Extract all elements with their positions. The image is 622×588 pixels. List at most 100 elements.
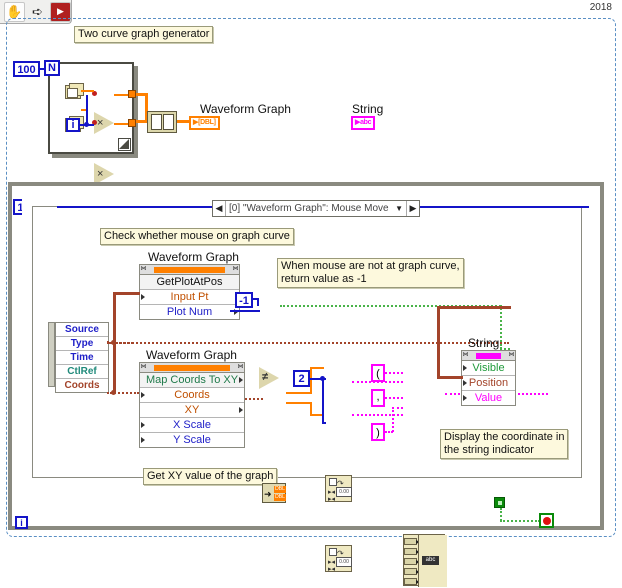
wire-mult2-tunnel <box>114 123 128 125</box>
string-property-visible[interactable]: Visible <box>462 361 515 376</box>
wire-timeout-to-event <box>57 206 215 208</box>
string-constant-open-paren[interactable]: ( <box>371 364 385 382</box>
n2s1-icon-c: 0.00 <box>336 487 352 497</box>
value-terminal-icon <box>463 395 467 401</box>
event-data-coords[interactable]: Coords <box>56 379 108 392</box>
property-node-x-scale[interactable]: X Scale <box>140 418 244 433</box>
y-scale-terminal-icon <box>141 437 145 443</box>
string-property-position[interactable]: Position <box>462 376 515 391</box>
minus-one-constant[interactable]: -1 <box>235 292 253 308</box>
property-node-coords[interactable]: Coords <box>140 388 244 403</box>
digits-constant[interactable]: 2 <box>293 370 310 387</box>
property-node-refnum-bar <box>154 364 230 371</box>
xy-terminal-icon <box>239 407 243 413</box>
wire-digits-b <box>322 378 324 424</box>
wire-position-in <box>437 376 463 379</box>
property-node-xy[interactable]: XY <box>140 403 244 418</box>
invoke-node-label: Waveform Graph <box>148 250 239 264</box>
wire-index-out1-b <box>310 367 312 394</box>
number-to-fractional-string-2[interactable]: ↷ 0.00 ▸◂ ▸◂ <box>325 545 352 573</box>
concatenate-strings-node[interactable]: abc <box>403 534 447 587</box>
string-terminal[interactable]: ▶abc <box>351 116 376 130</box>
for-loop-tunnel-1[interactable] <box>128 90 136 98</box>
for-loop[interactable] <box>48 62 134 154</box>
invoke-node-titlebar: ⋈ ⋈ <box>140 265 239 275</box>
for-loop-iteration-terminal[interactable]: i <box>66 118 80 132</box>
random-number-icon-1[interactable] <box>65 83 84 99</box>
wire-mult1-tunnel <box>114 94 128 96</box>
string-property-node-label: String <box>468 336 500 350</box>
invoke-node-ear-left: ⋈ <box>140 266 147 272</box>
method-terminal-icon <box>239 377 243 383</box>
concat-pin-3 <box>404 558 420 565</box>
invoke-node-method[interactable]: GetPlotAtPos <box>140 275 239 290</box>
event-dropdown-icon[interactable]: ▼ <box>392 204 406 213</box>
concat-chip-icon: abc <box>422 556 439 565</box>
string-label-top: String <box>352 102 384 116</box>
property-node-ear-right: ⋈ <box>237 364 244 370</box>
build-array-node[interactable] <box>147 111 177 133</box>
comment-check-mouse: Check whether mouse on graph curve <box>100 228 294 245</box>
wire-index-out2-a <box>286 402 312 404</box>
coords-terminal-icon <box>141 392 145 398</box>
for-loop-n-terminal[interactable]: N <box>44 60 60 76</box>
wire-closeparen-concat-b <box>392 407 394 432</box>
string-property-node[interactable]: ⋈ ⋈ Visible Position Value <box>461 350 516 406</box>
waveform-graph-terminal-type: [DBL] <box>198 119 216 126</box>
event-structure-output-tunnel[interactable] <box>494 497 505 508</box>
for-loop-corner-icon <box>118 138 131 151</box>
invoke-node-input-pt[interactable]: Input Pt <box>140 290 239 305</box>
wire-junction-digits <box>320 376 325 381</box>
wire-n2s2-concat <box>352 414 403 416</box>
waveform-graph-terminal[interactable]: ▶[DBL] <box>189 116 220 130</box>
wire-ctlref-top <box>109 342 509 344</box>
property-node-method[interactable]: Map Coords To XY <box>140 373 244 388</box>
property-node-y-scale[interactable]: Y Scale <box>140 433 244 447</box>
property-node-map-coords[interactable]: ⋈ ⋈ Map Coords To XY Coords XY X Scale Y… <box>139 362 245 448</box>
wire-dice1-mult1 <box>81 90 94 92</box>
concat-pin-4 <box>404 568 420 575</box>
event-data-time[interactable]: Time <box>56 351 108 365</box>
loop-count-constant[interactable]: 100 <box>13 61 40 77</box>
event-prev-arrow-icon[interactable]: ◀ <box>213 201 226 216</box>
wire-event-top-right <box>419 206 589 208</box>
concat-pin-1 <box>404 538 420 545</box>
invoke-node-getplotatpos[interactable]: ⋈ ⋈ GetPlotAtPos Input Pt Plot Num <box>139 264 240 320</box>
event-data-ctlref[interactable]: CtlRef <box>56 365 108 379</box>
wire-coords-to-inputpt <box>113 292 140 295</box>
event-data-source[interactable]: Source <box>56 323 108 337</box>
event-next-arrow-icon[interactable]: ▶ <box>406 201 419 216</box>
number-to-fractional-string-1[interactable]: ↷ 0.00 ▸◂ ▸◂ <box>325 475 352 503</box>
waveform-graph-label-top: Waveform Graph <box>200 102 291 116</box>
concat-pin-2 <box>404 548 420 555</box>
visible-terminal-icon <box>463 365 467 371</box>
comment-not-on-curve: When mouse are not at graph curve, retur… <box>277 258 464 288</box>
event-case-selector[interactable]: ◀ [0] "Waveform Graph": Mouse Move ▼ ▶ <box>212 200 420 217</box>
concat-pin-5 <box>404 578 420 585</box>
wire-index-out1-a <box>286 392 312 394</box>
string-property-titlebar: ⋈ ⋈ <box>462 351 515 361</box>
wire-minusone-cmp-v <box>257 298 259 306</box>
wire-index-out1-c <box>310 367 324 369</box>
n2s1-icon-a <box>329 478 337 486</box>
while-loop-stop-terminal[interactable] <box>539 513 554 528</box>
string-constant-comma[interactable]: , <box>371 389 385 407</box>
not-equal-node[interactable]: ≠ <box>259 367 279 389</box>
string-property-ear-left: ⋈ <box>462 352 469 358</box>
index-array-node[interactable]: ➜ DBL DBL <box>262 483 286 503</box>
comment-display-coordinate: Display the coordinate in the string ind… <box>440 429 569 459</box>
string-property-value[interactable]: Value <box>462 391 515 405</box>
event-data-node[interactable]: Source Type Time CtlRef Coords <box>55 322 109 393</box>
multiply-node-1[interactable]: × <box>94 112 114 134</box>
string-property-refnum-bar <box>476 352 501 359</box>
wire-closeparen-concat-c <box>392 407 403 409</box>
while-loop-iteration-terminal[interactable]: i <box>15 516 28 529</box>
event-data-type[interactable]: Type <box>56 337 108 351</box>
invoke-node-plot-num[interactable]: Plot Num <box>140 305 239 319</box>
n2s2-icon-c: 0.00 <box>336 557 352 567</box>
for-loop-tunnel-2[interactable] <box>128 119 136 127</box>
n2s2-icon-e: ▸◂ <box>328 566 336 573</box>
wire-junction-coords2 <box>111 390 116 395</box>
string-constant-close-paren[interactable]: ) <box>371 423 385 441</box>
property-node-titlebar: ⋈ ⋈ <box>140 363 244 373</box>
